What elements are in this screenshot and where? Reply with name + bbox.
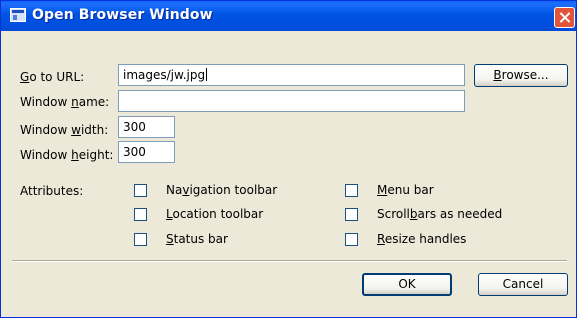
browse-button[interactable]: Browse... xyxy=(474,64,568,87)
window-height-input[interactable]: 300 xyxy=(118,141,175,163)
open-browser-window-dialog: Open Browser Window Go to URL: images/jw… xyxy=(0,0,577,318)
scrollbars-as-needed-label[interactable]: Scrollbars as needed xyxy=(377,207,502,221)
separator xyxy=(12,260,567,262)
location-toolbar-checkbox[interactable] xyxy=(134,208,147,221)
resize-handles-label[interactable]: Resize handles xyxy=(377,232,466,246)
browser-window-icon xyxy=(10,8,26,22)
ok-button[interactable]: OK xyxy=(362,273,452,296)
window-name-label: Window name: xyxy=(20,95,110,109)
title-bar[interactable]: Open Browser Window xyxy=(1,1,576,31)
menu-bar-checkbox[interactable] xyxy=(345,184,358,197)
resize-handles-checkbox[interactable] xyxy=(345,233,358,246)
close-icon[interactable] xyxy=(554,7,575,28)
window-width-label: Window width: xyxy=(20,123,109,137)
navigation-toolbar-label[interactable]: Navigation toolbar xyxy=(166,183,277,197)
scrollbars-as-needed-checkbox[interactable] xyxy=(345,208,358,221)
url-input[interactable]: images/jw.jpg xyxy=(118,64,465,86)
dialog-title: Open Browser Window xyxy=(32,7,213,23)
attributes-label: Attributes: xyxy=(20,184,84,198)
text-caret xyxy=(206,68,208,81)
menu-bar-label[interactable]: Menu bar xyxy=(377,183,434,197)
url-label: Go to URL: xyxy=(20,70,85,84)
window-width-input[interactable]: 300 xyxy=(118,116,175,138)
navigation-toolbar-checkbox[interactable] xyxy=(134,184,147,197)
location-toolbar-label[interactable]: Location toolbar xyxy=(166,207,263,221)
cancel-button[interactable]: Cancel xyxy=(478,273,568,296)
window-height-label: Window height: xyxy=(20,148,114,162)
status-bar-checkbox[interactable] xyxy=(134,233,147,246)
status-bar-label[interactable]: Status bar xyxy=(166,232,228,246)
window-name-input[interactable] xyxy=(118,90,465,112)
